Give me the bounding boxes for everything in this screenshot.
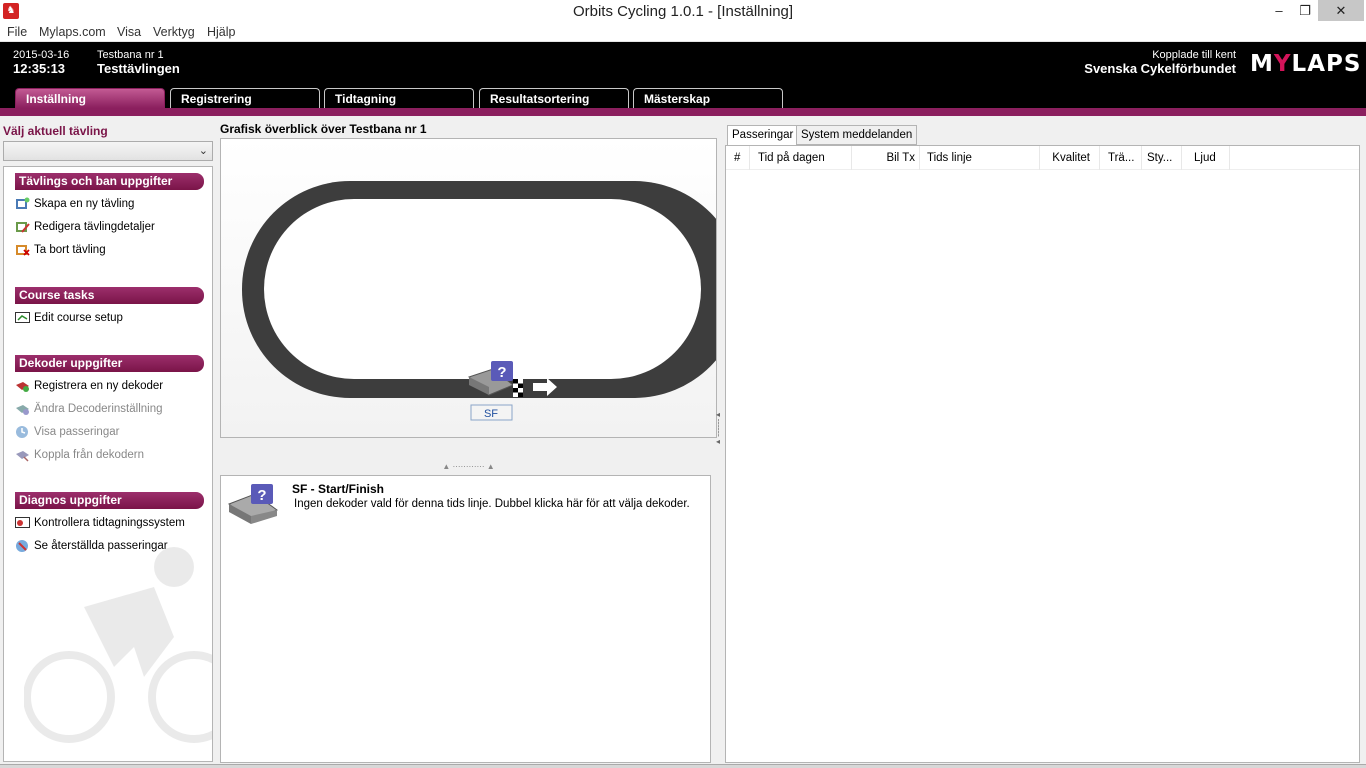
title-bar: ♞ Orbits Cycling 1.0.1 - [Inställning] –…: [0, 0, 1366, 23]
decoder-description: Ingen dekoder vald för denna tids linje.…: [294, 498, 690, 510]
passings-table: # Tid på dagen Bil Tx Tids linje Kvalite…: [725, 145, 1360, 763]
main-tabs: Inställning Registrering Tidtagning Resu…: [0, 88, 1366, 108]
status-bar: [0, 764, 1366, 768]
close-button[interactable]: ✕: [1318, 0, 1364, 21]
window-title: Orbits Cycling 1.0.1 - [Inställning]: [572, 3, 794, 20]
finish-flag-icon: [513, 379, 523, 397]
column-timeline[interactable]: Tids linje: [920, 146, 1040, 170]
tab-resultatsortering[interactable]: Resultatsortering: [479, 88, 629, 108]
header-divider: [0, 108, 1366, 116]
cyclist-watermark-icon: [24, 547, 212, 743]
connection-name: Svenska Cykelförbundet: [1084, 61, 1236, 76]
timeline-label: SF: [484, 408, 498, 420]
column-sty[interactable]: Sty...: [1142, 146, 1182, 170]
decoder-info-panel[interactable]: ? SF - Start/Finish Ingen dekoder vald f…: [220, 475, 711, 763]
tab-passeringar[interactable]: Passeringar: [727, 125, 799, 146]
event-select[interactable]: ⌄: [3, 141, 213, 161]
restored-passings-icon: [16, 540, 28, 552]
column-tra[interactable]: Trä...: [1100, 146, 1142, 170]
decoder-settings-icon: [16, 405, 29, 415]
course-setup-icon: [15, 312, 30, 323]
vertical-splitter[interactable]: ◂ ┆ ┆ ◂: [716, 410, 722, 470]
track-overview-panel: ? SF: [220, 138, 717, 438]
tab-installning[interactable]: Inställning: [15, 88, 165, 108]
disconnect-decoder-icon: [16, 451, 29, 462]
delete-event-icon: [16, 245, 30, 256]
horizontal-splitter[interactable]: ▲ ⋯⋯⋯⋯ ▲: [220, 462, 717, 472]
column-car-tx[interactable]: Bil Tx: [852, 146, 920, 170]
decoder-icon: ?: [228, 484, 278, 524]
header-track: Testbana nr 1: [97, 49, 164, 61]
chevron-down-icon: ⌄: [198, 145, 208, 157]
group-header-diagnostic-tasks: Diagnos uppgifter: [15, 492, 204, 509]
column-quality[interactable]: Kvalitet: [1040, 146, 1100, 170]
track-inner: [264, 199, 701, 379]
check-timing-icon: [15, 517, 30, 528]
group-header-course-tasks: Course tasks: [15, 287, 204, 304]
svg-text:?: ?: [257, 487, 266, 504]
select-event-label: Välj aktuell tävling: [3, 124, 108, 138]
tab-system-messages[interactable]: System meddelanden: [796, 125, 918, 145]
create-event-icon: [16, 197, 30, 209]
table-header: # Tid på dagen Bil Tx Tids linje Kvalite…: [726, 146, 1359, 170]
tab-tidtagning[interactable]: Tidtagning: [324, 88, 474, 108]
group-header-event-tasks: Tävlings och ban uppgifter: [15, 173, 204, 190]
track-overview-title: Grafisk överblick över Testbana nr 1: [220, 122, 427, 136]
header-event: Testtävlingen: [97, 61, 180, 76]
column-sound[interactable]: Ljud: [1182, 146, 1230, 170]
decoder-title: SF - Start/Finish: [292, 482, 385, 496]
header-date: 2015-03-16: [13, 49, 70, 61]
app-header: 2015-03-16 12:35:13 Testbana nr 1 Testtä…: [0, 42, 1366, 108]
menu-visa[interactable]: Visa: [117, 25, 141, 39]
group-header-decoder-tasks: Dekoder uppgifter: [15, 355, 204, 372]
menu-mylaps[interactable]: Mylaps.com: [39, 25, 106, 39]
tab-masterskap[interactable]: Mästerskap: [633, 88, 783, 108]
register-decoder-icon: [16, 382, 29, 392]
header-time: 12:35:13: [13, 61, 66, 76]
track-diagram: ? SF: [242, 181, 716, 421]
minimize-button[interactable]: –: [1266, 0, 1292, 21]
passings-icon: [16, 426, 28, 438]
svg-text:?: ?: [497, 364, 506, 381]
tab-registrering[interactable]: Registrering: [170, 88, 320, 108]
task-panel: Tävlings och ban uppgifter Skapa en ny t…: [3, 166, 213, 762]
column-number[interactable]: #: [726, 146, 750, 170]
menu-file[interactable]: File: [7, 25, 27, 39]
menu-bar: File Mylaps.com Visa Verktyg Hjälp: [0, 23, 1366, 42]
edit-event-icon: [16, 222, 30, 233]
connection-label: Kopplade till kent: [1152, 49, 1236, 61]
column-time-of-day[interactable]: Tid på dagen: [750, 146, 852, 170]
menu-verktyg[interactable]: Verktyg: [153, 25, 195, 39]
mylaps-logo: MYLAPS: [1250, 51, 1362, 77]
maximize-button[interactable]: ❐: [1292, 0, 1318, 21]
menu-hjalp[interactable]: Hjälp: [207, 25, 236, 39]
